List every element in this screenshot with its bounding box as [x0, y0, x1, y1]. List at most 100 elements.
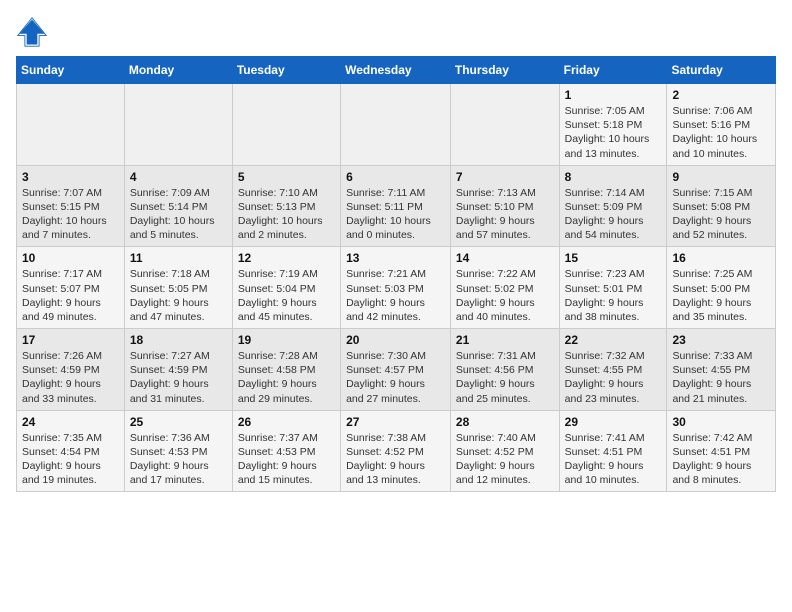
day-number: 1	[565, 88, 662, 102]
day-info: Sunrise: 7:23 AM Sunset: 5:01 PM Dayligh…	[565, 267, 662, 324]
day-number: 8	[565, 170, 662, 184]
day-info: Sunrise: 7:11 AM Sunset: 5:11 PM Dayligh…	[346, 186, 445, 243]
header	[16, 16, 776, 48]
weekday-header-tuesday: Tuesday	[232, 57, 340, 84]
day-cell	[450, 84, 559, 166]
day-cell: 25Sunrise: 7:36 AM Sunset: 4:53 PM Dayli…	[124, 410, 232, 492]
day-number: 28	[456, 415, 554, 429]
day-info: Sunrise: 7:19 AM Sunset: 5:04 PM Dayligh…	[238, 267, 335, 324]
day-cell: 28 Sunrise: 7:40 AM Sunset: 4:52 PM Dayli…	[450, 410, 559, 492]
day-number: 15	[565, 251, 662, 265]
day-cell: 10 Sunrise: 7:17 AM Sunset: 5:07 PM Dayli…	[17, 247, 125, 329]
day-cell: 2 Sunrise: 7:06 AM Sunset: 5:16 PM Daylig…	[667, 84, 776, 166]
calendar-table: SundayMondayTuesdayWednesdayThursdayFrid…	[16, 56, 776, 492]
day-number: 18	[130, 333, 227, 347]
day-info: Sunrise: 7:31 AM Sunset: 4:56 PM Dayligh…	[456, 349, 554, 406]
day-number: 20	[346, 333, 445, 347]
day-number: 3	[22, 170, 119, 184]
day-cell: 9 Sunrise: 7:15 AM Sunset: 5:08 PM Daylig…	[667, 165, 776, 247]
day-info: Sunrise: 7:28 AM Sunset: 4:58 PM Dayligh…	[238, 349, 335, 406]
weekday-header-wednesday: Wednesday	[341, 57, 451, 84]
day-cell: 15 Sunrise: 7:23 AM Sunset: 5:01 PM Dayli…	[559, 247, 667, 329]
day-info: Sunrise: 7:32 AM Sunset: 4:55 PM Dayligh…	[565, 349, 662, 406]
day-info: Sunrise: 7:10 AM Sunset: 5:13 PM Dayligh…	[238, 186, 335, 243]
day-number: 16	[672, 251, 770, 265]
day-info: Sunrise: 7:09 AM Sunset: 5:14 PM Dayligh…	[130, 186, 227, 243]
day-number: 27	[346, 415, 445, 429]
day-cell	[17, 84, 125, 166]
day-info: Sunrise: 7:15 AM Sunset: 5:08 PM Dayligh…	[672, 186, 770, 243]
day-cell: 19 Sunrise: 7:28 AM Sunset: 4:58 PM Dayli…	[232, 329, 340, 411]
day-number: 7	[456, 170, 554, 184]
day-cell: 18 Sunrise: 7:27 AM Sunset: 4:59 PM Dayli…	[124, 329, 232, 411]
day-cell: 8Sunrise: 7:14 AM Sunset: 5:09 PM Daylig…	[559, 165, 667, 247]
day-info: Sunrise: 7:30 AM Sunset: 4:57 PM Dayligh…	[346, 349, 445, 406]
day-info: Sunrise: 7:26 AM Sunset: 4:59 PM Dayligh…	[22, 349, 119, 406]
week-row-2: 3 Sunrise: 7:07 AM Sunset: 5:15 PM Daylig…	[17, 165, 776, 247]
day-number: 2	[672, 88, 770, 102]
day-cell: 17Sunrise: 7:26 AM Sunset: 4:59 PM Dayli…	[17, 329, 125, 411]
day-cell: 5 Sunrise: 7:10 AM Sunset: 5:13 PM Daylig…	[232, 165, 340, 247]
day-number: 23	[672, 333, 770, 347]
week-row-4: 17Sunrise: 7:26 AM Sunset: 4:59 PM Dayli…	[17, 329, 776, 411]
day-number: 5	[238, 170, 335, 184]
day-number: 6	[346, 170, 445, 184]
week-row-3: 10 Sunrise: 7:17 AM Sunset: 5:07 PM Dayli…	[17, 247, 776, 329]
day-cell: 3 Sunrise: 7:07 AM Sunset: 5:15 PM Daylig…	[17, 165, 125, 247]
day-number: 14	[456, 251, 554, 265]
day-info: Sunrise: 7:13 AM Sunset: 5:10 PM Dayligh…	[456, 186, 554, 243]
day-cell: 4Sunrise: 7:09 AM Sunset: 5:14 PM Daylig…	[124, 165, 232, 247]
day-cell: 11 Sunrise: 7:18 AM Sunset: 5:05 PM Dayli…	[124, 247, 232, 329]
day-cell: 16 Sunrise: 7:25 AM Sunset: 5:00 PM Dayli…	[667, 247, 776, 329]
day-number: 12	[238, 251, 335, 265]
day-info: Sunrise: 7:41 AM Sunset: 4:51 PM Dayligh…	[565, 431, 662, 488]
day-number: 10	[22, 251, 119, 265]
day-info: Sunrise: 7:35 AM Sunset: 4:54 PM Dayligh…	[22, 431, 119, 488]
weekday-header-thursday: Thursday	[450, 57, 559, 84]
day-cell: 1 Sunrise: 7:05 AM Sunset: 5:18 PM Daylig…	[559, 84, 667, 166]
day-cell: 24Sunrise: 7:35 AM Sunset: 4:54 PM Dayli…	[17, 410, 125, 492]
week-row-1: 1 Sunrise: 7:05 AM Sunset: 5:18 PM Daylig…	[17, 84, 776, 166]
day-number: 19	[238, 333, 335, 347]
weekday-header-sunday: Sunday	[17, 57, 125, 84]
day-cell	[341, 84, 451, 166]
day-info: Sunrise: 7:06 AM Sunset: 5:16 PM Dayligh…	[672, 104, 770, 161]
weekday-header-friday: Friday	[559, 57, 667, 84]
day-cell: 21 Sunrise: 7:31 AM Sunset: 4:56 PM Dayli…	[450, 329, 559, 411]
day-cell: 27 Sunrise: 7:38 AM Sunset: 4:52 PM Dayli…	[341, 410, 451, 492]
day-cell: 20 Sunrise: 7:30 AM Sunset: 4:57 PM Dayli…	[341, 329, 451, 411]
day-info: Sunrise: 7:07 AM Sunset: 5:15 PM Dayligh…	[22, 186, 119, 243]
day-cell: 7 Sunrise: 7:13 AM Sunset: 5:10 PM Daylig…	[450, 165, 559, 247]
day-number: 29	[565, 415, 662, 429]
day-cell: 22 Sunrise: 7:32 AM Sunset: 4:55 PM Dayli…	[559, 329, 667, 411]
day-cell: 30Sunrise: 7:42 AM Sunset: 4:51 PM Dayli…	[667, 410, 776, 492]
day-info: Sunrise: 7:17 AM Sunset: 5:07 PM Dayligh…	[22, 267, 119, 324]
day-info: Sunrise: 7:42 AM Sunset: 4:51 PM Dayligh…	[672, 431, 770, 488]
day-cell	[232, 84, 340, 166]
day-info: Sunrise: 7:05 AM Sunset: 5:18 PM Dayligh…	[565, 104, 662, 161]
day-info: Sunrise: 7:33 AM Sunset: 4:55 PM Dayligh…	[672, 349, 770, 406]
weekday-header-row: SundayMondayTuesdayWednesdayThursdayFrid…	[17, 57, 776, 84]
day-cell: 13Sunrise: 7:21 AM Sunset: 5:03 PM Dayli…	[341, 247, 451, 329]
day-number: 22	[565, 333, 662, 347]
day-info: Sunrise: 7:40 AM Sunset: 4:52 PM Dayligh…	[456, 431, 554, 488]
day-info: Sunrise: 7:18 AM Sunset: 5:05 PM Dayligh…	[130, 267, 227, 324]
weekday-header-saturday: Saturday	[667, 57, 776, 84]
day-number: 26	[238, 415, 335, 429]
day-info: Sunrise: 7:37 AM Sunset: 4:53 PM Dayligh…	[238, 431, 335, 488]
day-info: Sunrise: 7:25 AM Sunset: 5:00 PM Dayligh…	[672, 267, 770, 324]
logo-icon	[16, 16, 48, 48]
day-info: Sunrise: 7:38 AM Sunset: 4:52 PM Dayligh…	[346, 431, 445, 488]
day-cell: 23 Sunrise: 7:33 AM Sunset: 4:55 PM Dayli…	[667, 329, 776, 411]
day-cell: 29 Sunrise: 7:41 AM Sunset: 4:51 PM Dayli…	[559, 410, 667, 492]
day-number: 21	[456, 333, 554, 347]
day-cell: 6 Sunrise: 7:11 AM Sunset: 5:11 PM Daylig…	[341, 165, 451, 247]
weekday-header-monday: Monday	[124, 57, 232, 84]
day-cell	[124, 84, 232, 166]
day-info: Sunrise: 7:21 AM Sunset: 5:03 PM Dayligh…	[346, 267, 445, 324]
day-number: 9	[672, 170, 770, 184]
day-number: 25	[130, 415, 227, 429]
day-info: Sunrise: 7:27 AM Sunset: 4:59 PM Dayligh…	[130, 349, 227, 406]
day-info: Sunrise: 7:22 AM Sunset: 5:02 PM Dayligh…	[456, 267, 554, 324]
day-number: 11	[130, 251, 227, 265]
